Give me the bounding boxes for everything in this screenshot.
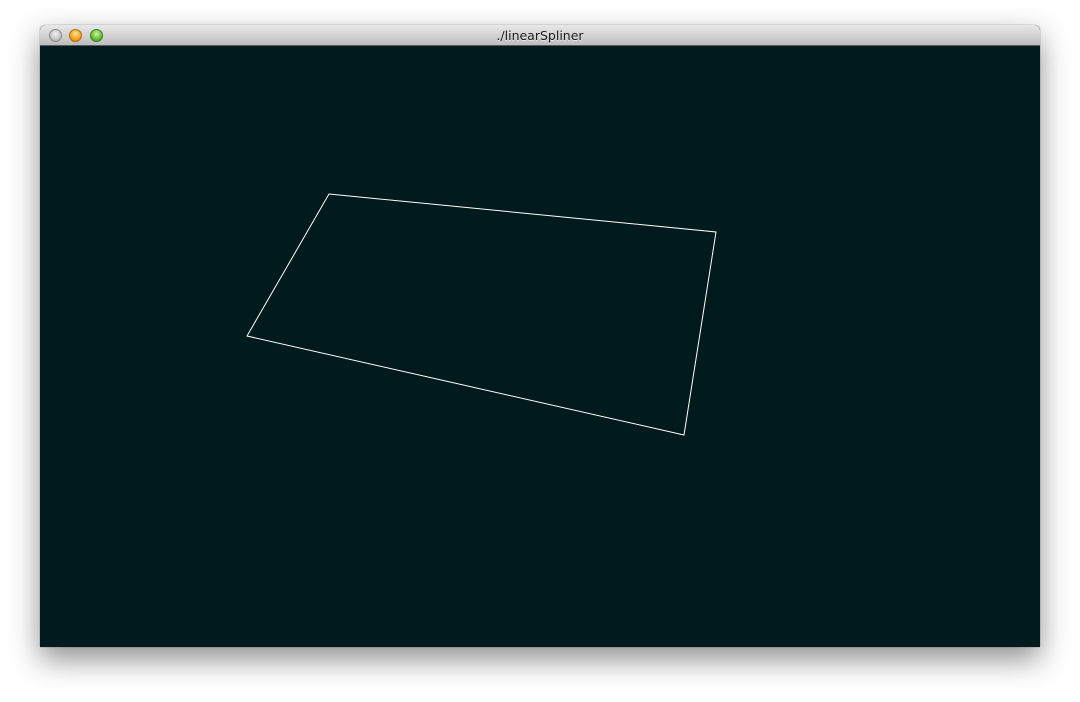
window-title: ./linearSpliner <box>496 28 584 43</box>
app-window: ./linearSpliner <box>40 25 1040 647</box>
title-bar[interactable]: ./linearSpliner <box>40 25 1040 46</box>
spline-svg <box>246 193 717 436</box>
drawing-canvas[interactable] <box>40 46 1040 647</box>
spline-polygon <box>246 193 717 436</box>
